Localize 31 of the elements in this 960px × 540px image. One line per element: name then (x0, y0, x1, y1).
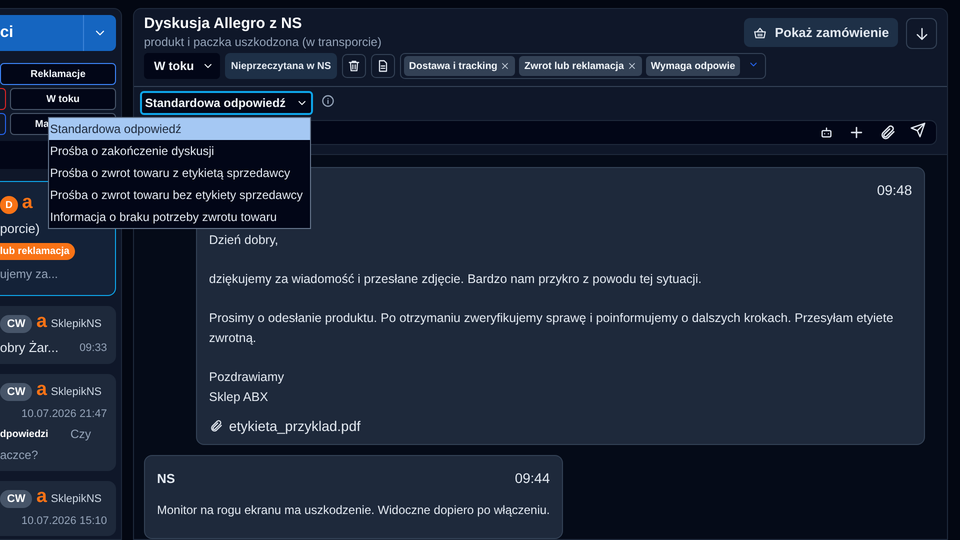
message-sender: NS (157, 470, 176, 486)
message-time: 09:44 (514, 470, 550, 486)
message-text: Prosimy o odesłanie produktu. Po otrzymaniu zweryfikujemy sprawę i poinformujemy o dalszych krokach. Przesyłam etyiete zwrotną. (209, 310, 894, 347)
shop-name: SklepikNS (50, 386, 102, 398)
marketplace-logo: a (36, 383, 47, 397)
conversation-time: 09:33 (79, 342, 107, 354)
message-text: Monitor na rogu ekranu ma uszkodzenie. Widoczne dopiero po włączeniu. (157, 502, 550, 519)
initials-badge: CW (0, 383, 32, 401)
marketplace-logo: a (22, 196, 33, 210)
conversation-title: Dyskusja Allegro z NS (144, 15, 303, 32)
marketplace-logo: a (36, 490, 47, 504)
conversation-title: obry Żar... (0, 340, 59, 355)
message-preview: aczce? (0, 448, 40, 462)
conversation-date: 10.07.2026 21:47 (21, 408, 107, 420)
message-preview: ujemy za... (0, 267, 60, 281)
shop-name: SklepikNS (50, 318, 102, 330)
message-text: Dzień dobry, (209, 232, 280, 249)
message-text: Pozdrawiamy Sklep ABX (209, 369, 286, 406)
conversation-date: 10.07.2026 15:10 (21, 515, 107, 527)
message-time: 09:48 (876, 182, 912, 198)
message-preview: Czy (70, 427, 92, 441)
tag-label: lub reklamacja (0, 243, 76, 260)
conversation-title: porcie) (0, 221, 40, 236)
shop-name: SklepikNS (50, 493, 102, 505)
status-text: dpowiedzi (0, 428, 48, 440)
initials-badge: D (0, 196, 18, 214)
marketplace-logo: a (36, 315, 47, 329)
initials-badge: CW (0, 490, 32, 508)
initials-badge: CW (0, 315, 32, 333)
message-text: dziękujemy za wiadomość i przesłane zdjęcie. Bardzo nam przykro z powodu tej sytuacji. (209, 271, 703, 288)
conversation-subtitle: produkt i paczka uszkodzona (w transporcie) (144, 35, 382, 49)
